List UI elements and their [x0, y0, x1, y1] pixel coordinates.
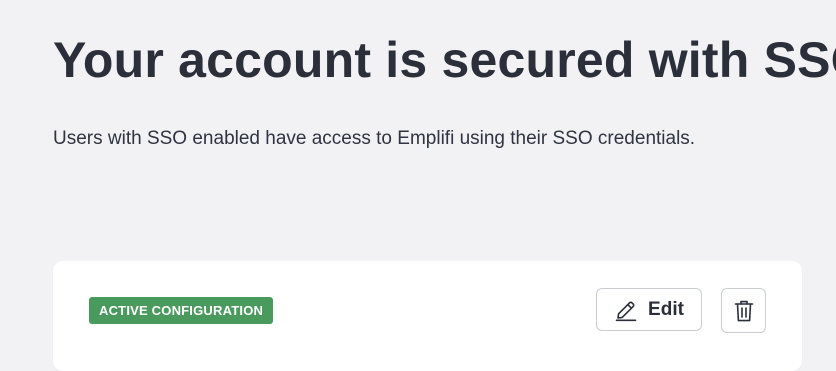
sso-configuration-card: ACTIVE CONFIGURATION Edit — [53, 261, 802, 371]
edit-button[interactable]: Edit — [596, 288, 702, 331]
edit-button-label: Edit — [648, 298, 684, 320]
status-badge: ACTIVE CONFIGURATION — [89, 297, 274, 324]
page-description: Users with SSO enabled have access to Em… — [53, 128, 696, 149]
delete-button[interactable] — [721, 288, 766, 333]
pencil-icon — [614, 298, 638, 322]
trash-icon — [734, 299, 754, 323]
page-title: Your account is secured with SSO — [53, 32, 836, 88]
